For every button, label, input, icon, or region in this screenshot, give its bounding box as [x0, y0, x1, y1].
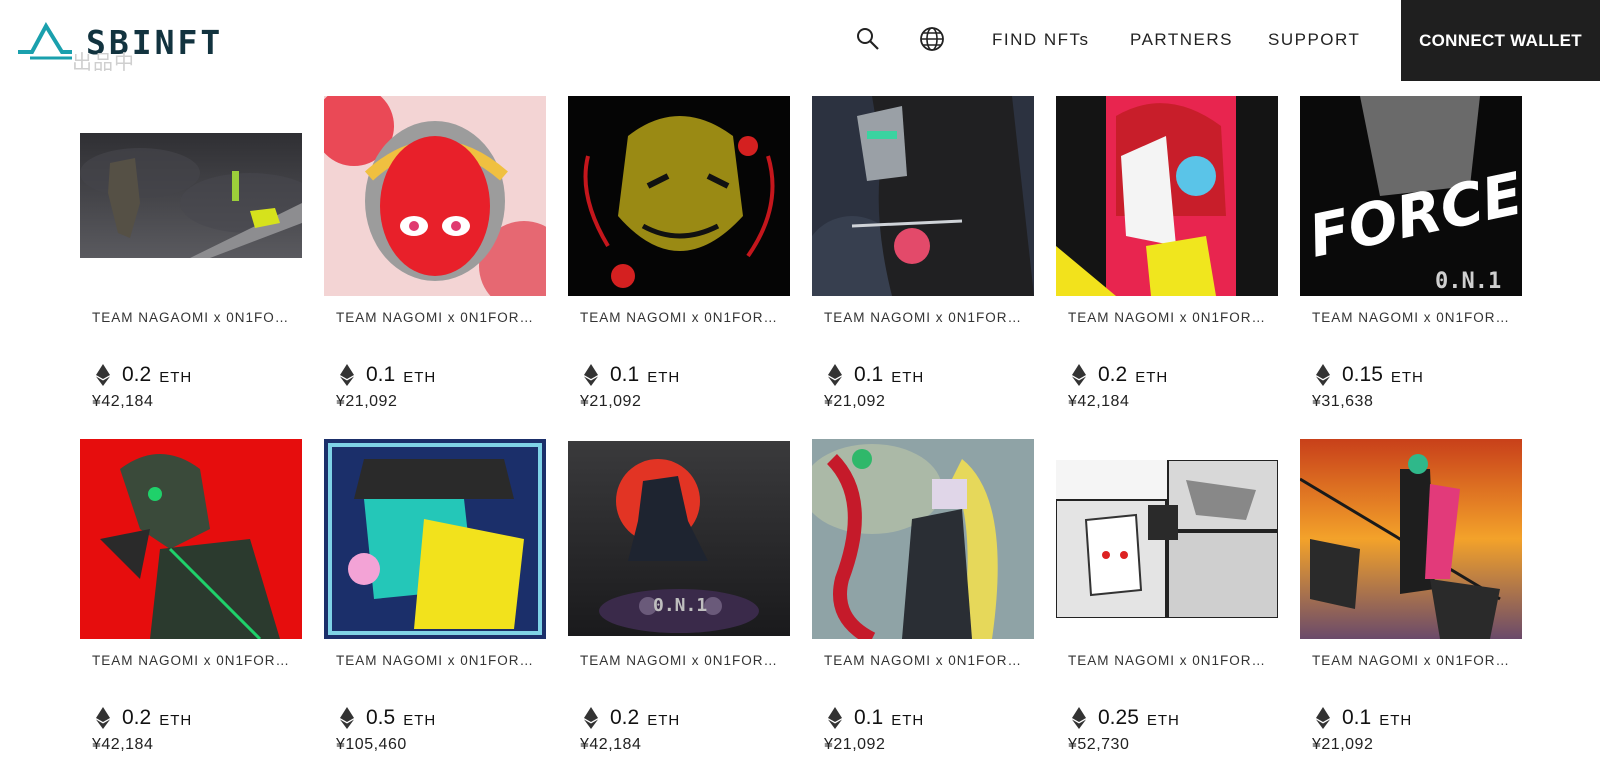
nft-price: 0.1 ETH [584, 363, 680, 387]
nft-artwork [1056, 96, 1278, 296]
nft-title: TEAM NAGOMI x 0N1FORCE [1312, 653, 1512, 668]
ethereum-icon [584, 707, 598, 729]
price-unit: ETH [1379, 711, 1413, 729]
ethereum-icon [1072, 707, 1086, 729]
nft-price: 0.1 ETH [828, 363, 924, 387]
globe-icon[interactable] [919, 26, 945, 52]
nft-price: 0.2 ETH [584, 706, 680, 730]
nft-title: TEAM NAGOMI x 0N1FORCE [580, 653, 780, 668]
ethereum-icon [1316, 364, 1330, 386]
yen-price: ¥42,184 [92, 393, 154, 410]
ethereum-icon [828, 707, 842, 729]
price-value: 0.1 [610, 363, 640, 386]
onf-art-mark: 0.N.1 [1435, 269, 1501, 294]
nft-price: 0.2 ETH [96, 706, 192, 730]
yen-price: ¥42,184 [1068, 393, 1130, 410]
ethereum-icon [1072, 364, 1086, 386]
search-icon[interactable] [855, 26, 881, 52]
listing-status-label: 出品中 [72, 50, 135, 74]
connect-wallet-button[interactable]: CONNECT WALLET [1401, 0, 1600, 81]
price-unit: ETH [1135, 368, 1169, 386]
nft-price: 0.1 ETH [340, 363, 436, 387]
yen-price: ¥31,638 [1312, 393, 1374, 410]
nft-artwork [1056, 460, 1278, 618]
price-unit: ETH [647, 368, 681, 386]
logo-mark-icon [18, 22, 72, 60]
yen-price: ¥21,092 [580, 393, 642, 410]
nft-artwork [568, 96, 790, 296]
nft-title: TEAM NAGOMI x 0N1FORCE [1068, 653, 1268, 668]
ethereum-icon [96, 364, 110, 386]
nft-title: TEAM NAGOMI x 0N1FORCE [824, 653, 1024, 668]
nft-title: TEAM NAGOMI x 0N1FORCE [92, 653, 292, 668]
price-unit: ETH [1390, 368, 1424, 386]
onf-art-mark: 0.N.1 [653, 595, 707, 616]
price-value: 0.5 [366, 706, 396, 729]
ethereum-icon [340, 364, 354, 386]
nft-artwork [80, 439, 302, 639]
yen-price: ¥52,730 [1068, 736, 1130, 753]
site-header: SBINFT 出品中 FIND NFTs PARTNERS SUPPORT CO… [0, 0, 1600, 81]
nft-title: TEAM NAGOMI x 0N1FORCE [824, 310, 1024, 325]
nav-partners[interactable]: PARTNERS [1130, 30, 1233, 50]
price-unit: ETH [159, 711, 193, 729]
nft-artwork: FORCE 0.N.1 [1300, 96, 1522, 296]
nft-price: 0.5 ETH [340, 706, 436, 730]
yen-price: ¥21,092 [1312, 736, 1374, 753]
nft-title: TEAM NAGOMI x 0N1FORCE [1068, 310, 1268, 325]
price-value: 0.2 [1098, 363, 1128, 386]
nav-find-nfts[interactable]: FIND NFTs [992, 30, 1090, 50]
nft-price: 0.1 ETH [828, 706, 924, 730]
ethereum-icon [584, 364, 598, 386]
yen-price: ¥105,460 [336, 736, 407, 753]
nft-title: TEAM NAGAOMI x 0N1FORCE [92, 310, 292, 325]
nft-title: TEAM NAGOMI x 0N1FORCE [336, 653, 536, 668]
price-unit: ETH [647, 711, 681, 729]
price-value: 0.1 [366, 363, 396, 386]
nft-title: TEAM NAGOMI x 0N1FORCE [336, 310, 536, 325]
price-unit: ETH [159, 368, 193, 386]
nft-artwork [324, 96, 546, 296]
ethereum-icon [828, 364, 842, 386]
price-unit: ETH [1146, 711, 1180, 729]
price-unit: ETH [891, 711, 925, 729]
price-value: 0.1 [854, 706, 884, 729]
price-value: 0.15 [1342, 363, 1383, 386]
yen-price: ¥21,092 [824, 736, 886, 753]
price-unit: ETH [403, 711, 437, 729]
nft-artwork [812, 439, 1034, 639]
price-value: 0.2 [610, 706, 640, 729]
nft-artwork [812, 96, 1034, 296]
price-value: 0.1 [854, 363, 884, 386]
nft-artwork [80, 133, 302, 258]
yen-price: ¥21,092 [336, 393, 398, 410]
ethereum-icon [96, 707, 110, 729]
yen-price: ¥42,184 [92, 736, 154, 753]
price-value: 0.2 [122, 706, 152, 729]
price-unit: ETH [403, 368, 437, 386]
yen-price: ¥21,092 [824, 393, 886, 410]
price-value: 0.25 [1098, 706, 1139, 729]
nft-price: 0.2 ETH [1072, 363, 1168, 387]
nft-title: TEAM NAGOMI x 0N1FORCE [580, 310, 780, 325]
price-unit: ETH [891, 368, 925, 386]
nft-price: 0.2 ETH [96, 363, 192, 387]
nav-support[interactable]: SUPPORT [1268, 30, 1360, 50]
nft-artwork: 0.N.1 [568, 441, 790, 636]
price-value: 0.1 [1342, 706, 1372, 729]
nft-title: TEAM NAGOMI x 0N1FORCE [1312, 310, 1512, 325]
nft-price: 0.15 ETH [1316, 363, 1424, 387]
ethereum-icon [1316, 707, 1330, 729]
nft-artwork [1300, 439, 1522, 639]
ethereum-icon [340, 707, 354, 729]
nft-price: 0.25 ETH [1072, 706, 1180, 730]
price-value: 0.2 [122, 363, 152, 386]
nft-artwork [324, 439, 546, 639]
yen-price: ¥42,184 [580, 736, 642, 753]
nft-price: 0.1 ETH [1316, 706, 1412, 730]
